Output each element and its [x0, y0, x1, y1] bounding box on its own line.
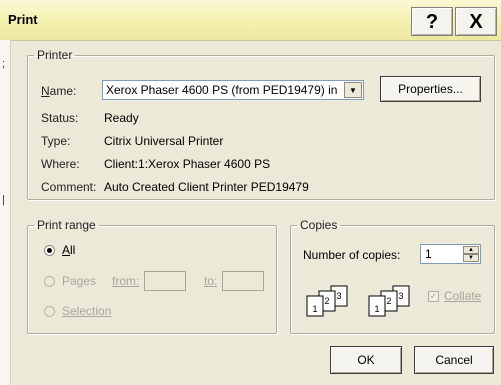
copies-spinner[interactable]: 1 ▲ ▼: [420, 244, 481, 264]
printer-name-select[interactable]: Xerox Phaser 4600 PS (from PED19479) in …: [102, 80, 364, 100]
stack1-page-3: 3: [336, 291, 341, 301]
print-range-legend: Print range: [37, 218, 96, 232]
collate-pages-icon: 3 2 1 3 2 1: [306, 285, 410, 317]
spinner-buttons[interactable]: ▲ ▼: [463, 246, 479, 262]
printer-name-value: Xerox Phaser 4600 PS (from PED19479) in: [106, 83, 338, 97]
status-label: Status:: [41, 111, 79, 125]
from-label: from:: [112, 274, 140, 288]
stack1-page-2: 2: [324, 296, 329, 306]
page-stack-1: 3 2 1: [306, 285, 348, 317]
where-value: Client:1:Xerox Phaser 4600 PS: [104, 157, 271, 171]
stack2-page-3: 3: [398, 291, 403, 301]
copies-value: 1: [425, 247, 432, 261]
selection-label[interactable]: Selection: [62, 304, 111, 318]
type-value: Citrix Universal Printer: [104, 134, 224, 148]
where-label: Where:: [41, 157, 80, 171]
all-radio[interactable]: [44, 245, 55, 256]
comment-label: Comment:: [41, 180, 97, 194]
type-label: Type:: [41, 134, 71, 148]
stack2-page-1: 1: [374, 304, 379, 314]
printer-legend: Printer: [37, 48, 73, 62]
left-edge: ; |: [0, 40, 11, 385]
name-label: Name:: [41, 84, 77, 98]
name-label-rest: ame:: [49, 84, 77, 98]
to-label: to:: [204, 274, 218, 288]
collate-checkbox[interactable]: ✓: [428, 291, 439, 302]
copies-legend: Copies: [300, 218, 338, 232]
dropdown-arrow-icon[interactable]: ▼: [344, 82, 362, 98]
all-label[interactable]: All: [62, 243, 75, 257]
ok-label: OK: [357, 353, 375, 367]
window-title: Print: [8, 12, 38, 27]
pages-radio[interactable]: [44, 276, 55, 287]
help-button[interactable]: ?: [411, 7, 453, 36]
comment-value: Auto Created Client Printer PED19479: [104, 180, 309, 194]
all-label-rest: ll: [70, 243, 76, 257]
properties-button[interactable]: Properties...: [380, 76, 481, 102]
spin-up-icon[interactable]: ▲: [463, 246, 479, 254]
cancel-button[interactable]: Cancel: [414, 346, 494, 374]
edge-glyph-bottom: |: [2, 194, 5, 206]
spin-down-icon[interactable]: ▼: [463, 254, 479, 262]
printer-group: Printer: [27, 48, 495, 200]
stack1-page-1: 1: [312, 304, 317, 314]
stack2-page-2: 2: [386, 296, 391, 306]
edge-glyph-top: ;: [2, 58, 6, 70]
pages-label[interactable]: Pages: [62, 274, 96, 288]
collate-label[interactable]: Collate: [444, 289, 481, 303]
cancel-label: Cancel: [435, 353, 473, 367]
close-button[interactable]: X: [455, 7, 497, 36]
help-icon: ?: [425, 10, 439, 33]
page-stack-2: 3 2 1: [368, 285, 410, 317]
ok-button[interactable]: OK: [330, 346, 402, 374]
close-icon: X: [469, 10, 483, 33]
number-of-copies-label: Number of copies:: [303, 248, 401, 262]
from-input[interactable]: [144, 271, 186, 291]
status-value: Ready: [104, 111, 139, 125]
title-bar: Print ? X: [0, 0, 501, 41]
properties-label: Properties...: [398, 82, 463, 96]
selection-radio[interactable]: [44, 306, 55, 317]
to-input[interactable]: [222, 271, 264, 291]
